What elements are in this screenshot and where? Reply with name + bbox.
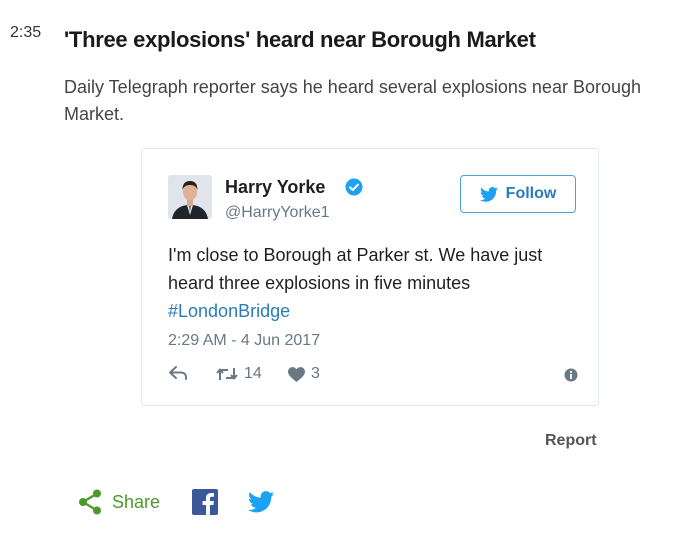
post-headline: 'Three explosions' heard near Borough Ma… <box>64 27 536 52</box>
share-button[interactable]: Share <box>78 489 160 515</box>
heart-icon <box>288 366 305 382</box>
twitter-bird-icon <box>479 186 498 202</box>
tweet-body: I'm close to Borough at Parker st. We ha… <box>168 245 543 293</box>
follow-label: Follow <box>505 185 557 202</box>
avatar[interactable] <box>168 175 212 219</box>
tweet-author-name[interactable]: Harry Yorke <box>225 177 325 198</box>
twitter-icon[interactable] <box>248 490 275 514</box>
facebook-icon[interactable] <box>192 489 219 515</box>
follow-button[interactable]: Follow <box>460 175 576 213</box>
reply-icon[interactable] <box>168 365 188 381</box>
post-time: 2:35 <box>10 24 42 41</box>
tweet-timestamp[interactable]: 2:29 AM - 4 Jun 2017 <box>168 332 320 350</box>
retweet-icon <box>216 368 238 380</box>
retweet-count: 14 <box>244 365 262 382</box>
like-count: 3 <box>311 365 320 382</box>
share-label: Share <box>112 491 161 512</box>
share-bar: Share <box>78 488 275 516</box>
verified-badge-icon <box>345 178 363 196</box>
info-icon[interactable] <box>564 368 578 382</box>
embedded-tweet: Harry Yorke @HarryYorke1 Follow I'm clos… <box>141 148 599 406</box>
post-summary: Daily Telegraph reporter says he heard s… <box>64 77 642 124</box>
report-link[interactable]: Report <box>545 432 597 450</box>
tweet-text: I'm close to Borough at Parker st. We ha… <box>168 241 578 325</box>
tweet-author-handle[interactable]: @HarryYorke1 <box>225 204 330 222</box>
retweet-action[interactable]: 14 <box>216 365 262 383</box>
share-icon <box>79 489 101 515</box>
like-action[interactable]: 3 <box>288 365 320 383</box>
tweet-actions: 14 3 <box>168 365 578 387</box>
hashtag-link[interactable]: #LondonBridge <box>168 301 290 321</box>
